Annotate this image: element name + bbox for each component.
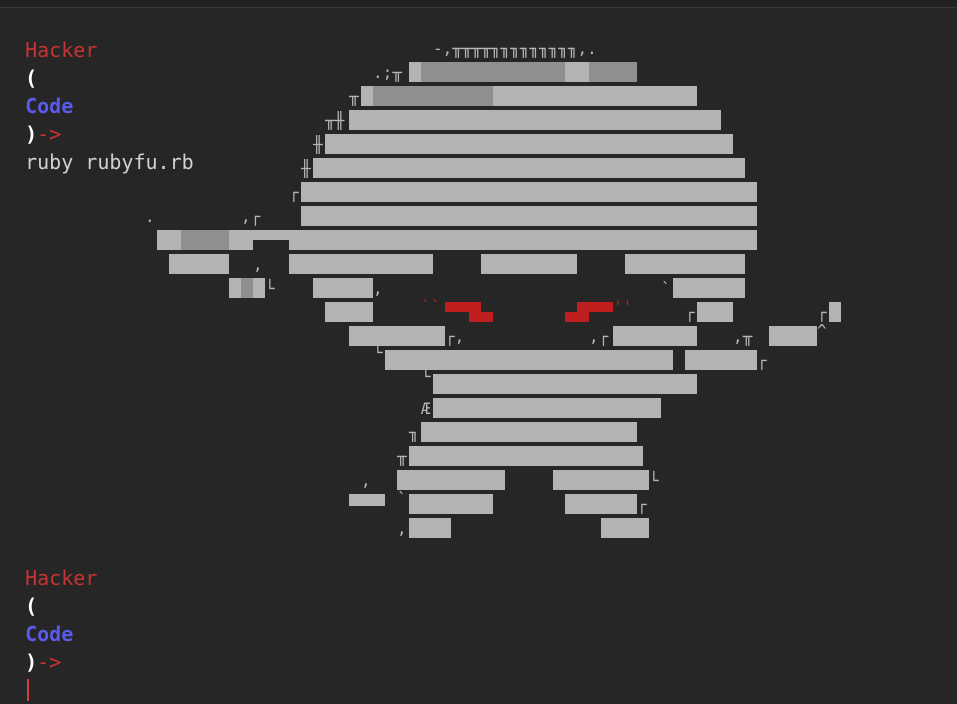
- art-text: ┌: [637, 495, 647, 514]
- prompt-open-paren: (: [25, 594, 38, 618]
- art-row: [421, 422, 637, 442]
- art-row: [349, 494, 385, 506]
- art-row: [325, 134, 733, 154]
- art-gap: [253, 240, 289, 250]
- art-shade: [241, 278, 253, 298]
- art-row: [325, 302, 373, 322]
- art-shade: [589, 62, 637, 82]
- art-row: [829, 302, 841, 322]
- art-row: [169, 254, 229, 274]
- prompt-user: Hacker: [25, 566, 98, 590]
- art-text: ,┌: [241, 207, 261, 226]
- art-text: ╥: [349, 87, 359, 106]
- right-eye: [577, 302, 613, 312]
- art-row: [409, 446, 643, 466]
- art-row: [289, 254, 745, 274]
- art-text: ,╥: [733, 327, 753, 346]
- art-row: [397, 470, 505, 490]
- art-text: ,: [361, 471, 371, 490]
- art-text: '': [613, 297, 633, 316]
- art-text: ,: [373, 279, 383, 298]
- prompt-directory: Code: [25, 622, 74, 646]
- art-row: [565, 494, 637, 514]
- art-row: [697, 302, 733, 322]
- art-shade: [373, 86, 493, 106]
- prompt-line-current[interactable]: Hacker ( Code )->: [1, 536, 97, 701]
- art-row: [301, 206, 757, 226]
- art-text: -,╥╥╥╥╖╖╖╖╖╖╖╖╖,.: [433, 39, 597, 58]
- art-text: └: [421, 367, 431, 386]
- art-text: ,: [253, 255, 263, 274]
- art-text: ┌: [289, 183, 299, 202]
- art-text: ╫: [301, 159, 311, 178]
- art-row: [601, 518, 649, 538]
- text-cursor[interactable]: [27, 679, 30, 701]
- art-row: [313, 278, 373, 298]
- art-shade: [181, 230, 229, 250]
- art-text: ┌: [817, 303, 827, 322]
- art-text: .;╥: [373, 63, 402, 82]
- art-row: [409, 494, 493, 514]
- left-eye: [445, 302, 481, 312]
- art-text: .: [145, 207, 155, 226]
- art-row: [613, 326, 697, 346]
- ascii-art-ninja: -,╥╥╥╥╖╖╖╖╖╖╖╖╖,. .;╥ ╥ ╥╫ ╫ ╫ ┌ . ,┌ , …: [0, 0, 957, 579]
- art-text: └: [649, 471, 659, 490]
- art-row: [301, 182, 757, 202]
- prompt-arrow: ->: [37, 650, 62, 674]
- art-row: [349, 110, 721, 130]
- prompt-close-paren: ): [25, 650, 38, 674]
- art-text: ,┌: [589, 327, 609, 346]
- art-row: [553, 470, 649, 490]
- art-shade: [421, 62, 565, 82]
- right-eye-lower: [565, 312, 589, 322]
- art-text: ^: [817, 321, 827, 340]
- art-row: [349, 326, 445, 346]
- art-text: ╖: [409, 423, 419, 442]
- art-text: `└: [661, 279, 681, 298]
- art-text: `: [397, 489, 407, 508]
- art-row: [409, 518, 451, 538]
- art-row: [685, 350, 757, 370]
- art-gap: [433, 254, 481, 274]
- art-gap: [577, 254, 625, 274]
- art-row: [433, 374, 697, 394]
- art-text: ╥╫: [325, 111, 345, 130]
- art-text: └: [373, 343, 383, 362]
- art-text: ╫: [313, 135, 323, 154]
- art-row: [313, 158, 745, 178]
- art-text: ┌,: [445, 327, 465, 346]
- art-text: └: [265, 279, 275, 298]
- art-text: ``: [421, 297, 441, 316]
- art-row: [433, 398, 661, 418]
- art-row: [157, 230, 757, 250]
- art-text: ┌: [757, 351, 767, 370]
- left-eye-lower: [469, 312, 493, 322]
- art-text: ,: [397, 519, 407, 538]
- art-text: Æ: [421, 399, 431, 418]
- art-row: [769, 326, 817, 346]
- art-text: ╥: [397, 447, 407, 466]
- art-row: [673, 278, 745, 298]
- art-text: ┌: [685, 303, 695, 322]
